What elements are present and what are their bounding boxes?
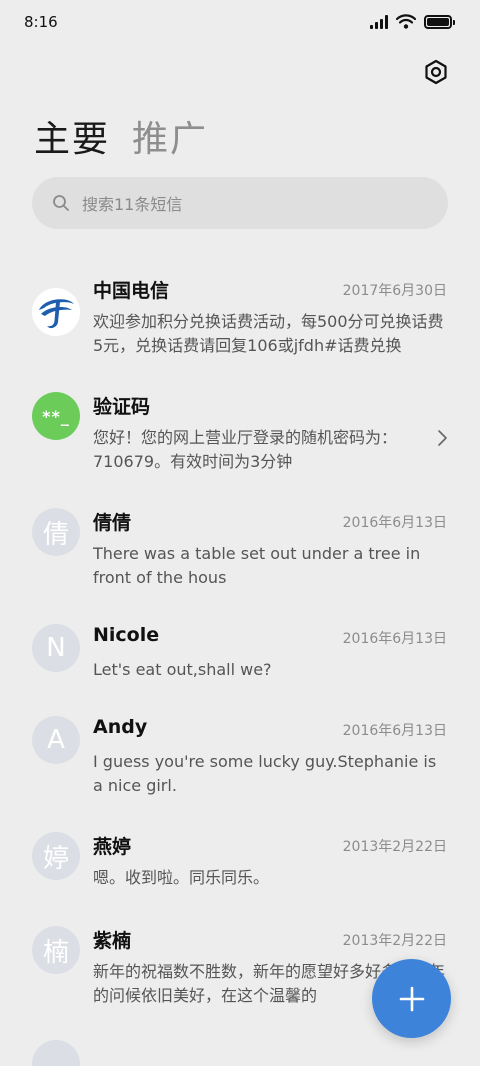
- avatar: 倩: [32, 508, 80, 556]
- status-bar: 8:16: [0, 0, 480, 46]
- china-telecom-logo-icon: [32, 288, 80, 336]
- avatar: 楠: [32, 926, 80, 974]
- message-preview: There was a table set out under a tree i…: [93, 544, 421, 587]
- signal-icon: [370, 14, 388, 29]
- status-time: 8:16: [24, 13, 58, 31]
- list-item[interactable]: 倩 倩倩 2016年6月13日 There was a table set ou…: [0, 508, 480, 608]
- sender-name: 验证码: [93, 396, 151, 418]
- search-input[interactable]: 搜索11条短信: [32, 177, 448, 229]
- message-preview: I guess you're some lucky guy.Stephanie …: [93, 752, 437, 795]
- message-preview: 欢迎参加积分兑换话费活动，每500分可兑换话费5元，兑换话费请回复106或jfd…: [93, 312, 444, 355]
- sender-name: 燕婷: [93, 836, 132, 858]
- tab-bar: 主要 推广: [34, 110, 208, 162]
- new-message-button[interactable]: [372, 959, 451, 1038]
- sender-name: Andy: [93, 716, 148, 738]
- sender-name: 倩倩: [93, 512, 132, 534]
- list-item[interactable]: **_ 验证码 您好！您的网上营业厅登录的随机密码为：710679。有效时间为3…: [0, 392, 480, 492]
- avatar: [32, 288, 80, 336]
- list-item[interactable]: A Andy 2016年6月13日 I guess you're some lu…: [0, 716, 480, 816]
- chevron-right-icon: [438, 430, 447, 446]
- sender-name: Nicole: [93, 624, 160, 646]
- avatar: N: [32, 624, 80, 672]
- list-item[interactable]: [0, 1040, 480, 1066]
- list-item[interactable]: N Nicole 2016年6月13日 Let's eat out,shall …: [0, 624, 480, 704]
- tab-primary[interactable]: 主要: [34, 110, 110, 162]
- tab-promotions[interactable]: 推广: [132, 110, 208, 162]
- search-placeholder: 搜索11条短信: [82, 195, 183, 214]
- avatar: 婷: [32, 832, 80, 880]
- avatar: **_: [32, 392, 80, 440]
- avatar: A: [32, 716, 80, 764]
- settings-button[interactable]: [420, 56, 452, 88]
- message-date: 2017年6月30日: [342, 283, 447, 299]
- message-date: 2013年2月22日: [342, 933, 447, 949]
- message-date: 2016年6月13日: [342, 631, 447, 647]
- hexagon-settings-icon: [425, 59, 447, 85]
- battery-icon: [424, 14, 455, 29]
- status-icons: [370, 14, 455, 29]
- message-preview: 嗯。收到啦。同乐同乐。: [93, 868, 270, 887]
- search-icon: [53, 195, 69, 211]
- messages-screen: 8:16 主要 推广 搜索11条短信 中国电信 2017年6月30日 欢迎参加积…: [0, 0, 480, 1066]
- list-item[interactable]: 婷 燕婷 2013年2月22日 嗯。收到啦。同乐同乐。: [0, 832, 480, 912]
- wifi-icon: [396, 14, 416, 29]
- plus-icon: [399, 986, 424, 1011]
- message-date: 2016年6月13日: [342, 723, 447, 739]
- sender-name: 紫楠: [93, 930, 132, 952]
- message-preview: 您好！您的网上营业厅登录的随机密码为：710679。有效时间为3分钟: [93, 428, 398, 471]
- message-date: 2016年6月13日: [342, 515, 447, 531]
- avatar: [32, 1040, 80, 1066]
- message-date: 2013年2月22日: [342, 839, 447, 855]
- list-item[interactable]: 中国电信 2017年6月30日 欢迎参加积分兑换话费活动，每500分可兑换话费5…: [0, 276, 480, 376]
- sender-name: 中国电信: [93, 280, 170, 302]
- message-preview: Let's eat out,shall we?: [93, 660, 272, 679]
